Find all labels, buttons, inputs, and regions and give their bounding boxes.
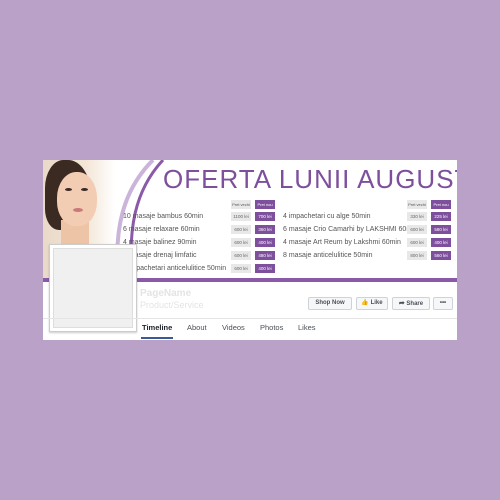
old-price: 330 lei xyxy=(407,212,427,221)
old-price: 1100 lei xyxy=(231,212,251,221)
share-label: Share xyxy=(406,301,424,307)
share-button[interactable]: ➦ Share xyxy=(392,297,430,310)
offer-item: 6 masaje relaxare 60min xyxy=(123,226,200,233)
thumbs-up-icon: 👍 xyxy=(361,300,369,306)
old-price-header-left: Pret vechi xyxy=(231,200,251,209)
new-price: 480 lei xyxy=(255,251,275,260)
new-price: 580 lei xyxy=(431,225,451,234)
old-price: 800 lei xyxy=(407,251,427,260)
new-price: 400 lei xyxy=(255,238,275,247)
tab-photos[interactable]: Photos xyxy=(260,323,283,332)
old-price-header-right: Pret vechi xyxy=(407,200,427,209)
new-price: 400 lei xyxy=(431,238,451,247)
new-price-header-right: Pret nou xyxy=(431,200,451,209)
tab-videos[interactable]: Videos xyxy=(222,323,245,332)
tabs-divider xyxy=(43,318,457,319)
offer-title: OFERTA LUNII AUGUST xyxy=(163,164,457,194)
offer-item: 10 masaje bambus 60min xyxy=(123,213,204,220)
new-price-header-left: Pret nou xyxy=(255,200,275,209)
like-button[interactable]: 👍 Like xyxy=(356,297,388,310)
tab-likes[interactable]: Likes xyxy=(298,323,316,332)
new-price: 225 lei xyxy=(431,212,451,221)
offer-item: 4 impachetari anticelulitice 50min xyxy=(123,265,227,272)
new-price: 560 lei xyxy=(431,251,451,260)
new-price: 360 lei xyxy=(255,225,275,234)
offer-item: 4 masaje Art Reum by Lakshmi 60min xyxy=(283,239,401,246)
new-price: 400 lei xyxy=(255,264,275,273)
offer-item: 6 masaje Crio Camarhi by LAKSHMI 60min xyxy=(283,226,418,233)
profile-picture-placeholder xyxy=(53,248,133,328)
offer-item: 4 impachetari cu alge 50min xyxy=(283,213,371,220)
old-price: 600 lei xyxy=(231,264,251,273)
tab-timeline[interactable]: Timeline xyxy=(142,323,172,332)
page-category: Product/Service xyxy=(140,300,204,310)
old-price: 600 lei xyxy=(407,225,427,234)
old-price: 600 lei xyxy=(407,238,427,247)
share-arrow-icon: ➦ xyxy=(398,300,405,307)
more-options-button[interactable]: ••• xyxy=(433,297,453,310)
shop-now-button[interactable]: Shop Now xyxy=(308,297,352,310)
old-price: 600 lei xyxy=(231,251,251,260)
page-name[interactable]: PageName xyxy=(140,288,191,299)
facebook-page-mockup: OFERTA LUNII AUGUST Pret vechi Pret nou … xyxy=(43,160,457,340)
tab-about[interactable]: About xyxy=(187,323,207,332)
offer-item: 8 masaje anticelulitice 50min xyxy=(283,252,373,259)
new-price: 700 lei xyxy=(255,212,275,221)
like-label: Like xyxy=(370,300,383,306)
active-tab-indicator xyxy=(141,337,173,339)
old-price: 600 lei xyxy=(231,238,251,247)
old-price: 600 lei xyxy=(231,225,251,234)
